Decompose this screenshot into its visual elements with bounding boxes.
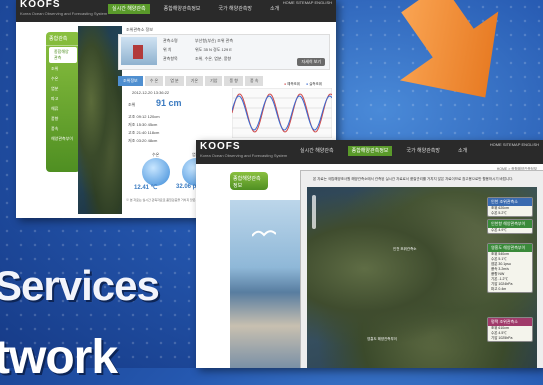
map-label-yeongheung[interactable]: 영흥도 해양관측부이: [367, 337, 397, 342]
header-bar: KOOFS Korea Ocean Observing and Forecast…: [196, 140, 543, 164]
station-callout[interactable]: 인천항 해양관측부이 수온 4.9℃: [487, 219, 533, 234]
temp-gauge: [142, 158, 170, 186]
chart-legend: ● 예측조위 ● 실측조위: [284, 82, 328, 87]
nav-item[interactable]: 소개: [266, 4, 283, 14]
notice-text: 본 자료는 국립해양조사원 해양관측소에서 관측된 실시간 자료로서 품질관리를…: [313, 177, 514, 181]
station-callout[interactable]: 평택 조위관측소 조위 610cm 수온 4.5℃ 기압 1025hPa: [487, 317, 533, 342]
station-field-value: 부산항(부산) 조위 관측: [195, 38, 234, 43]
table-row: 저조 15:30 45cm: [128, 122, 158, 127]
station-detail-button[interactable]: 자세히 보기: [297, 58, 325, 66]
tide-table: 고조 09:12 120cm 저조 15:30 45cm 고조 21:40 118c…: [128, 114, 160, 146]
tide-label: 조위: [128, 102, 136, 107]
header-bar: KOOFS Korea Ocean Observing and Forecast…: [16, 0, 336, 22]
koofs-overview-window: KOOFS Korea Ocean Observing and Forecast…: [196, 140, 543, 368]
nav-item[interactable]: 국가 해양관측망: [214, 4, 256, 14]
top-link[interactable]: SITEMAP: [296, 0, 315, 5]
sidebar-title: 종합관측: [46, 32, 80, 46]
station-photo: [121, 37, 157, 65]
station-field-value: 조위, 수온, 염분, 풍향: [195, 56, 232, 61]
main-nav: 실시간 해양관측 종합해양관측정보 국가 해양관측망 소개: [108, 4, 293, 14]
callout-row: 수온 4.9℃: [491, 228, 507, 232]
callout-title: 영흥도 해양관측부이: [488, 244, 532, 252]
tab-item[interactable]: 조위정보: [118, 76, 143, 86]
top-link[interactable]: SITEMAP: [503, 142, 522, 147]
top-link[interactable]: HOME: [283, 0, 296, 5]
station-callout[interactable]: 영흥도 해양관측부이 조위 540cm 수온 5.1℃ 염분 30.1psu 풍속 3.…: [487, 243, 533, 293]
table-row: 고조 09:12 120cm: [128, 114, 160, 119]
sidebar-item[interactable]: 염분: [46, 84, 80, 94]
tab-item[interactable]: 기온: [185, 76, 204, 86]
tab-item[interactable]: 풍 향: [224, 76, 243, 86]
station-callout[interactable]: 인천 조위관측소 조위 620cm 수온 5.2℃: [487, 197, 533, 217]
top-link[interactable]: ENGLISH: [521, 142, 539, 147]
seagull-icon: [252, 230, 276, 237]
map-panel: 본 자료는 국립해양조사원 해양관측소에서 관측된 실시간 자료로서 품질관리를…: [300, 170, 543, 368]
koofs-logo[interactable]: KOOFS: [200, 141, 241, 152]
sidebar-item[interactable]: 수온: [46, 74, 80, 84]
top-links: HOME SITEMAP ENGLISH: [490, 142, 539, 147]
temp-value: 12.41 ℃: [134, 185, 158, 191]
sidebar-item[interactable]: 파고: [46, 94, 80, 104]
satellite-map[interactable]: [78, 26, 122, 214]
main-nav: 실시간 해양관측 종합해양관측정보 국가 해양관측망 소개: [296, 146, 481, 156]
map-label-incheon[interactable]: 인천 조위관측소: [393, 247, 417, 252]
table-row: 저조 03:20 48cm: [128, 138, 158, 143]
sidebar-menu: 종합해양관측정보: [230, 172, 268, 193]
data-tabs: 조위정보 수 온염 분 기온 기압 풍 향풍 속: [118, 76, 264, 86]
sidebar-title: 종합해양관측정보: [230, 172, 268, 193]
tide-chart: [232, 88, 332, 138]
tab-item[interactable]: 수 온: [144, 76, 164, 86]
nav-item[interactable]: 국가 해양관측망: [402, 146, 444, 156]
sidebar-item[interactable]: 풍향: [46, 114, 80, 124]
nav-item[interactable]: 실시간 해양관측: [296, 146, 338, 156]
top-link[interactable]: ENGLISH: [314, 0, 332, 5]
nav-item[interactable]: 소개: [454, 146, 471, 156]
tab-item[interactable]: 기압: [205, 76, 223, 86]
top-links: HOME SITEMAP ENGLISH: [283, 0, 332, 5]
station-title: 조위관측소 정보: [126, 27, 153, 32]
nav-item[interactable]: 종합해양관측정보: [160, 4, 205, 14]
callout-title: 인천항 해양관측부이: [488, 220, 532, 228]
satellite-map[interactable]: 인천 조위관측소 영흥도 해양관측부이 인천 조위관측소 조위 620cm 수온 5…: [307, 187, 537, 368]
zoom-control[interactable]: [312, 195, 316, 229]
station-field-label: 관측소명: [163, 38, 178, 43]
callout-row: 수온 5.2℃: [491, 211, 507, 215]
station-field-value: 위도 35 N 경도 129 E: [195, 47, 232, 52]
seagull-photo: [230, 200, 300, 368]
tab-item[interactable]: 풍 속: [244, 76, 264, 86]
callout-title: 인천 조위관측소: [488, 198, 532, 206]
sidebar-item[interactable]: 조위: [46, 64, 80, 74]
callout-title: 평택 조위관측소: [488, 318, 532, 326]
tide-value: 91 cm: [156, 98, 182, 108]
logo-subtitle: Korea Ocean Observing and Forecasting Sy…: [200, 153, 288, 158]
callout-row: 파고 0.4m: [491, 287, 507, 291]
logo-subtitle: Korea Ocean Observing and Forecasting Sy…: [20, 11, 108, 16]
legend-entry: ● 실측조위: [305, 82, 322, 86]
table-row: 고조 21:40 118cm: [128, 130, 160, 135]
nav-item[interactable]: 실시간 해양관측: [108, 4, 150, 14]
sidebar-menu: 종합관측 종합해양관측 조위 수온 염분 파고 해류 풍향 풍속 해양관측부이: [46, 32, 80, 172]
tide-time: 2012-12-20 13:36:22: [132, 90, 170, 95]
station-field-label: 위 치: [163, 47, 172, 52]
arrow-graphic: [399, 0, 499, 98]
sidebar-item[interactable]: 풍속: [46, 124, 80, 134]
legend-swatch: ●: [305, 82, 309, 86]
tab-item[interactable]: 염 분: [165, 76, 184, 86]
station-info-panel: 관측소명위 치관측항목 부산항(부산) 조위 관측위도 35 N 경도 129 …: [118, 34, 330, 70]
sidebar-item[interactable]: 종합해양관측: [49, 47, 77, 63]
callout-row: 기압 1025hPa: [491, 336, 513, 340]
banner-services-text: Services: [0, 262, 160, 309]
nav-item[interactable]: 종합해양관측정보: [347, 146, 393, 156]
koofs-logo[interactable]: KOOFS: [20, 0, 61, 10]
sidebar-item[interactable]: 해류: [46, 104, 80, 114]
station-field-label: 관측항목: [163, 56, 178, 61]
top-link[interactable]: HOME: [490, 142, 503, 147]
banner-network-text: twork: [0, 331, 118, 384]
sidebar-item[interactable]: 해양관측부이: [46, 134, 80, 144]
legend-swatch: ●: [284, 82, 287, 86]
legend-entry: ● 예측조위: [284, 82, 300, 86]
